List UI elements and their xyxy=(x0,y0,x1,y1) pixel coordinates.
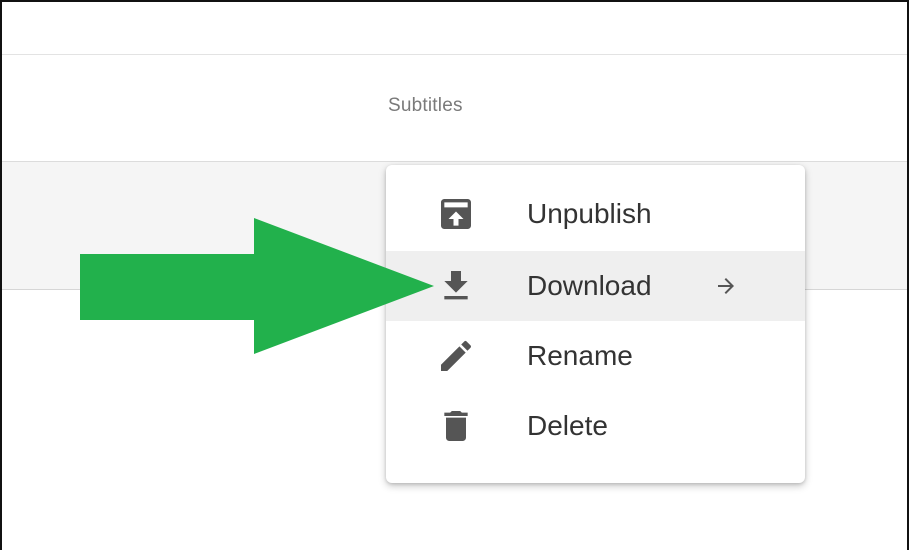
context-menu: Unpublish Download Rename Delete xyxy=(386,165,805,483)
download-icon xyxy=(436,266,476,306)
trash-icon xyxy=(436,406,476,446)
unpublish-icon xyxy=(436,194,476,234)
menu-item-label: Rename xyxy=(527,340,633,371)
column-header-subtitles[interactable]: Subtitles xyxy=(388,95,463,117)
menu-item-rename[interactable]: Rename xyxy=(386,321,805,391)
menu-item-label: Download xyxy=(527,270,652,301)
table-header-row: Subtitles xyxy=(2,55,907,162)
menu-item-unpublish[interactable]: Unpublish xyxy=(386,179,805,249)
menu-item-label: Unpublish xyxy=(527,198,652,229)
arrow-right-icon xyxy=(714,274,738,298)
green-arrow-icon xyxy=(78,216,438,356)
menu-item-delete[interactable]: Delete xyxy=(386,391,805,461)
pencil-icon xyxy=(436,336,476,376)
menu-item-download[interactable]: Download xyxy=(386,251,805,321)
menu-item-label: Delete xyxy=(527,410,608,441)
